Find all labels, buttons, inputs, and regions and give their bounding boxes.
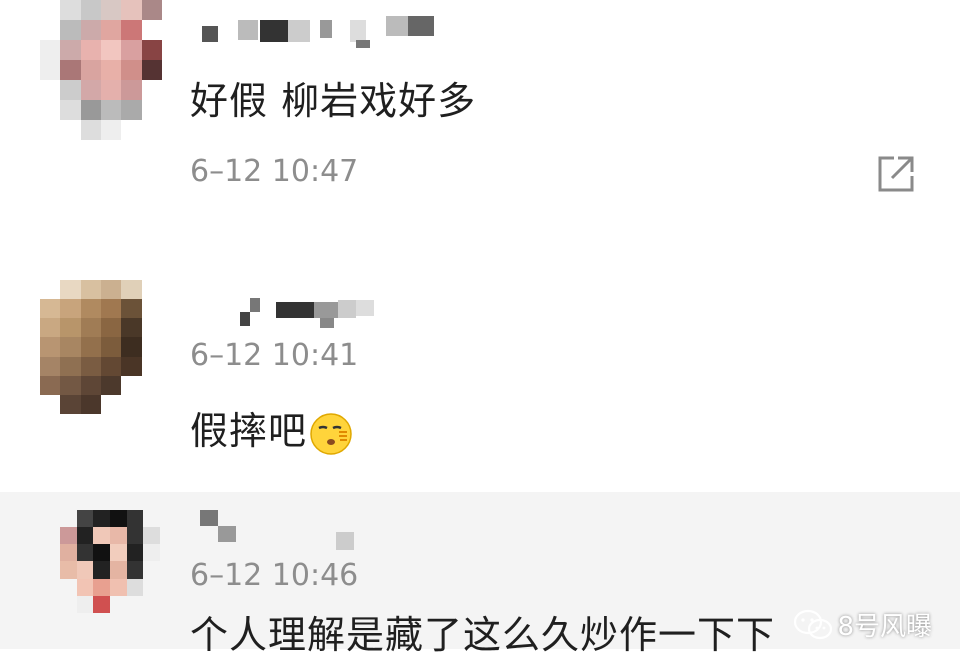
comment-time: 6–12 10:46 [190,558,359,593]
watermark: 8号风曝 [793,606,932,643]
comment-time: 6–12 10:41 [190,338,359,373]
avatar[interactable] [40,280,162,414]
comment-item: 好假 柳岩戏好多 6–12 10:47 [0,0,960,240]
avatar[interactable] [60,510,160,630]
comment-item: 6–12 10:41 假摔吧 [0,260,960,492]
comment-text: 假摔吧 [190,400,353,456]
comment-time: 6–12 10:47 [190,154,359,189]
watermark-text: 8号风曝 [837,612,932,642]
share-icon[interactable] [874,152,918,196]
comment-text: 个人理解是藏了这么久炒作一下下 [190,613,776,657]
comment-text: 好假 柳岩戏好多 [190,79,477,123]
smirk-emoji [310,412,352,455]
wechat-icon [794,609,833,639]
avatar[interactable] [40,0,162,140]
